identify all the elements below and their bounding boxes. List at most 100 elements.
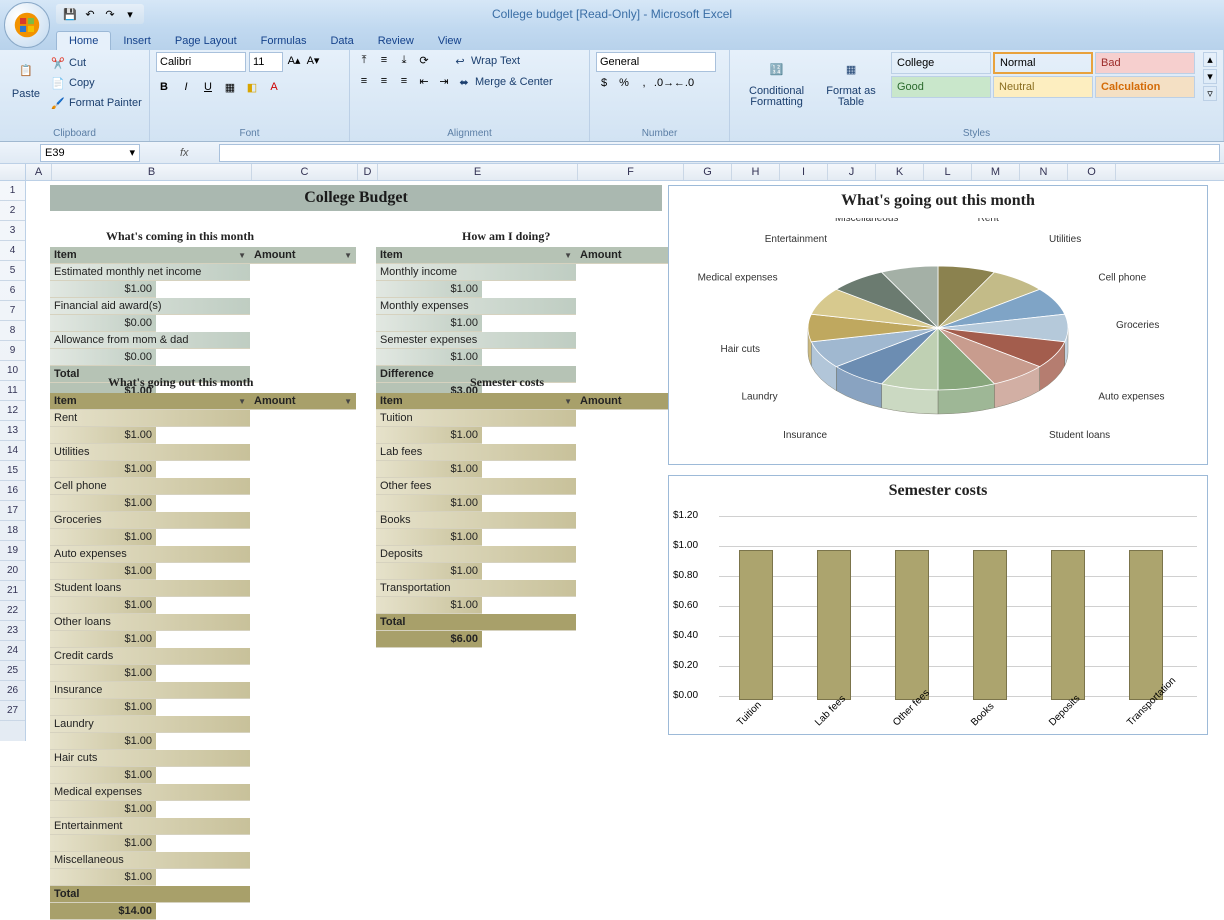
- tab-home[interactable]: Home: [56, 31, 111, 50]
- table-row[interactable]: Monthly income$1.00: [376, 264, 682, 298]
- style-college[interactable]: College: [891, 52, 991, 74]
- formula-input[interactable]: [219, 144, 1220, 162]
- column-header-K[interactable]: K: [876, 164, 924, 180]
- row-header-15[interactable]: 15: [0, 461, 25, 481]
- table-row[interactable]: Transportation$1.00: [376, 580, 682, 614]
- column-header-J[interactable]: J: [828, 164, 876, 180]
- undo-icon[interactable]: ↶: [82, 6, 98, 22]
- column-header-A[interactable]: A: [26, 164, 52, 180]
- tab-insert[interactable]: Insert: [111, 32, 163, 50]
- table-row[interactable]: Allowance from mom & dad$0.00: [50, 332, 356, 366]
- italic-button[interactable]: I: [178, 79, 194, 95]
- table-row[interactable]: Student loans$1.00: [50, 580, 356, 614]
- column-header-G[interactable]: G: [684, 164, 732, 180]
- row-header-11[interactable]: 11: [0, 381, 25, 401]
- table-row[interactable]: Rent$1.00: [50, 410, 356, 444]
- row-header-3[interactable]: 3: [0, 221, 25, 241]
- grow-font-icon[interactable]: A▴: [286, 52, 302, 68]
- row-header-2[interactable]: 2: [0, 201, 25, 221]
- currency-icon[interactable]: $: [596, 75, 612, 91]
- column-header-N[interactable]: N: [1020, 164, 1068, 180]
- table-row[interactable]: Semester expenses$1.00: [376, 332, 682, 366]
- paste-button[interactable]: 📋 Paste: [6, 52, 46, 102]
- row-header-9[interactable]: 9: [0, 341, 25, 361]
- row-header-13[interactable]: 13: [0, 421, 25, 441]
- table-row[interactable]: Lab fees$1.00: [376, 444, 682, 478]
- align-top-icon[interactable]: ⤒: [356, 52, 372, 68]
- table-row[interactable]: Tuition$1.00: [376, 410, 682, 444]
- font-color-button[interactable]: A: [266, 79, 282, 95]
- row-header-19[interactable]: 19: [0, 541, 25, 561]
- row-header-21[interactable]: 21: [0, 581, 25, 601]
- wrap-text-button[interactable]: ↩Wrap Text: [452, 52, 520, 70]
- table-row[interactable]: Medical expenses$1.00: [50, 784, 356, 818]
- row-header-8[interactable]: 8: [0, 321, 25, 341]
- style-calculation[interactable]: Calculation: [1095, 76, 1195, 98]
- tab-page-layout[interactable]: Page Layout: [163, 32, 249, 50]
- row-header-20[interactable]: 20: [0, 561, 25, 581]
- table-row[interactable]: Other fees$1.00: [376, 478, 682, 512]
- table-row[interactable]: Deposits$1.00: [376, 546, 682, 580]
- style-good[interactable]: Good: [891, 76, 991, 98]
- table-row[interactable]: Utilities$1.00: [50, 444, 356, 478]
- conditional-formatting-button[interactable]: 🔢Conditional Formatting: [736, 52, 817, 110]
- table-row[interactable]: Other loans$1.00: [50, 614, 356, 648]
- tab-review[interactable]: Review: [366, 32, 426, 50]
- orientation-icon[interactable]: ⟳: [416, 52, 432, 68]
- table-row[interactable]: Cell phone$1.00: [50, 478, 356, 512]
- align-bottom-icon[interactable]: ⤓: [396, 52, 412, 68]
- row-header-5[interactable]: 5: [0, 261, 25, 281]
- increase-decimal-icon[interactable]: .0→: [656, 75, 672, 91]
- table-row[interactable]: Groceries$1.00: [50, 512, 356, 546]
- row-header-4[interactable]: 4: [0, 241, 25, 261]
- bar-chart[interactable]: Semester costs $0.00$0.20$0.40$0.60$0.80…: [668, 475, 1208, 735]
- row-header-22[interactable]: 22: [0, 601, 25, 621]
- table-row[interactable]: Hair cuts$1.00: [50, 750, 356, 784]
- name-box[interactable]: E39▾: [40, 144, 140, 162]
- decrease-indent-icon[interactable]: ⇤: [416, 73, 432, 89]
- style-neutral[interactable]: Neutral: [993, 76, 1093, 98]
- row-header-14[interactable]: 14: [0, 441, 25, 461]
- percent-icon[interactable]: %: [616, 75, 632, 91]
- table-row[interactable]: Monthly expenses$1.00: [376, 298, 682, 332]
- column-header-C[interactable]: C: [252, 164, 358, 180]
- bold-button[interactable]: B: [156, 79, 172, 95]
- align-center-icon[interactable]: ≡: [376, 73, 392, 89]
- table-row[interactable]: Credit cards$1.00: [50, 648, 356, 682]
- tab-formulas[interactable]: Formulas: [249, 32, 319, 50]
- comma-icon[interactable]: ,: [636, 75, 652, 91]
- align-left-icon[interactable]: ≡: [356, 73, 372, 89]
- cut-button[interactable]: ✂️Cut: [50, 54, 142, 72]
- number-format-select[interactable]: [596, 52, 716, 72]
- column-header-I[interactable]: I: [780, 164, 828, 180]
- select-all-corner[interactable]: [0, 164, 26, 180]
- copy-button[interactable]: 📄Copy: [50, 74, 142, 92]
- table-row[interactable]: Auto expenses$1.00: [50, 546, 356, 580]
- border-button[interactable]: ▦: [222, 79, 238, 95]
- align-middle-icon[interactable]: ≡: [376, 52, 392, 68]
- cell-styles-gallery[interactable]: College Normal Bad Good Neutral Calculat…: [891, 52, 1195, 98]
- column-header-M[interactable]: M: [972, 164, 1020, 180]
- column-header-D[interactable]: D: [358, 164, 378, 180]
- worksheet[interactable]: College Budget What's coming in this mon…: [26, 181, 1224, 741]
- table-row[interactable]: Books$1.00: [376, 512, 682, 546]
- row-header-24[interactable]: 24: [0, 641, 25, 661]
- shrink-font-icon[interactable]: A▾: [305, 52, 321, 68]
- column-header-L[interactable]: L: [924, 164, 972, 180]
- table-row[interactable]: Insurance$1.00: [50, 682, 356, 716]
- row-header-1[interactable]: 1: [0, 181, 25, 201]
- row-header-23[interactable]: 23: [0, 621, 25, 641]
- format-as-table-button[interactable]: ▦Format as Table: [821, 52, 881, 110]
- save-icon[interactable]: 💾: [62, 6, 78, 22]
- row-header-18[interactable]: 18: [0, 521, 25, 541]
- qat-dropdown-icon[interactable]: ▾: [122, 6, 138, 22]
- table-row[interactable]: Laundry$1.00: [50, 716, 356, 750]
- table-row[interactable]: Financial aid award(s)$0.00: [50, 298, 356, 332]
- align-right-icon[interactable]: ≡: [396, 73, 412, 89]
- table-row[interactable]: Estimated monthly net income$1.00: [50, 264, 356, 298]
- pie-chart[interactable]: What's going out this month RentUtilitie…: [668, 185, 1208, 465]
- column-header-O[interactable]: O: [1068, 164, 1116, 180]
- row-header-6[interactable]: 6: [0, 281, 25, 301]
- row-header-26[interactable]: 26: [0, 681, 25, 701]
- row-header-7[interactable]: 7: [0, 301, 25, 321]
